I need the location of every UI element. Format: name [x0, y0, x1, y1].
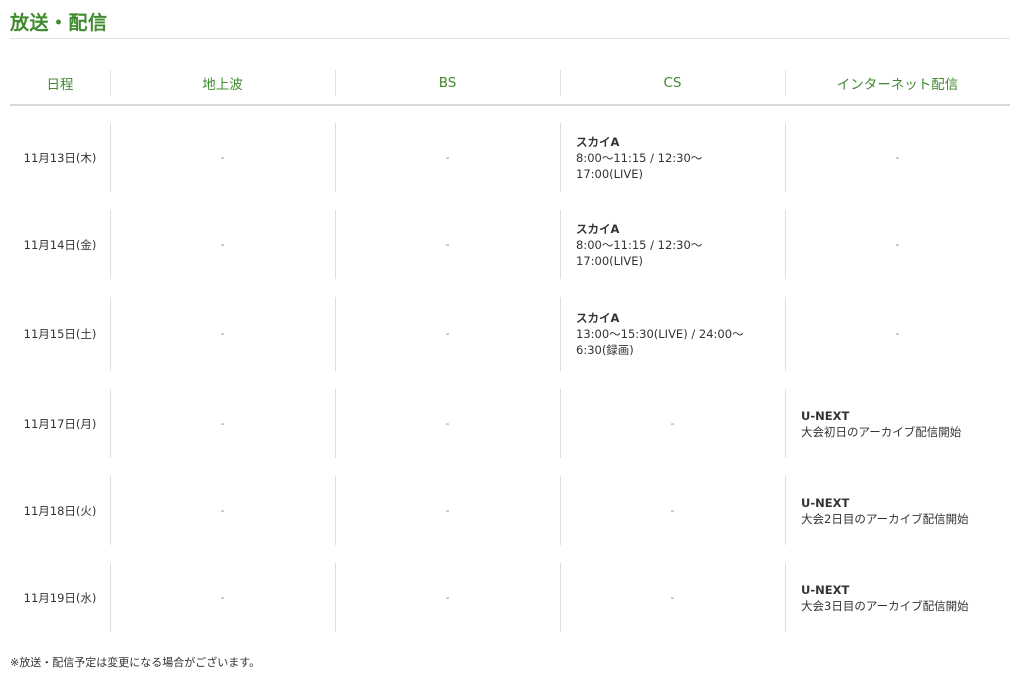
- table-cell-terrestrial: -: [110, 288, 335, 380]
- table-cell-cs: スカイA 8:00〜11:15 / 12:30〜17:00(LIVE): [560, 114, 785, 201]
- table-cell-cs: スカイA 13:00〜15:30(LIVE) / 24:00〜6:30(録画): [560, 288, 785, 380]
- header-cs: CS: [560, 62, 785, 104]
- dash-text: -: [220, 503, 225, 517]
- table-cell-internet: U-NEXT 大会3日目のアーカイブ配信開始: [785, 554, 1010, 641]
- table-cell-date: 11月13日(木): [23, 150, 97, 165]
- table-cell-date: 11月14日(金): [23, 237, 97, 252]
- table-cell-bs: -: [335, 288, 560, 380]
- dash-text: -: [895, 327, 900, 340]
- channel-name: U-NEXT: [801, 408, 850, 423]
- header-spacer: [10, 106, 110, 114]
- dash-text: -: [220, 416, 225, 430]
- dash-text: -: [670, 416, 675, 430]
- header-spacer: [110, 106, 335, 114]
- header-spacer: [560, 106, 785, 114]
- header-spacer: [785, 106, 1010, 114]
- table-cell-internet: -: [785, 288, 1010, 380]
- dash-text: -: [220, 590, 225, 604]
- title-divider: [10, 38, 1010, 39]
- table-cell-date: 11月17日(月): [23, 416, 97, 431]
- table-cell-bs: -: [335, 201, 560, 288]
- table-cell-cs: -: [560, 554, 785, 641]
- header-terrestrial: 地上波: [110, 62, 335, 104]
- header-date: 日程: [46, 77, 74, 93]
- table-cell-date: 11月15日(土): [23, 327, 97, 341]
- table-cell-bs: -: [335, 554, 560, 641]
- table-cell-date: 11月18日(火): [23, 503, 97, 518]
- dash-text: -: [445, 237, 450, 251]
- channel-detail: 13:00〜15:30(LIVE) / 24:00〜6:30(録画): [576, 327, 744, 357]
- channel-detail: 大会3日目のアーカイブ配信開始: [801, 598, 969, 613]
- table-cell-terrestrial: -: [110, 380, 335, 467]
- table-cell-bs: -: [335, 380, 560, 467]
- table-cell-bs: -: [335, 467, 560, 554]
- dash-text: -: [220, 237, 225, 251]
- table-cell-internet: U-NEXT 大会2日目のアーカイブ配信開始: [785, 467, 1010, 554]
- section-title: 放送・配信: [10, 12, 108, 34]
- channel-detail: 8:00〜11:15 / 12:30〜17:00(LIVE): [576, 237, 703, 268]
- channel-name: スカイA: [576, 311, 620, 325]
- dash-text: -: [895, 237, 900, 251]
- channel-detail: 大会初日のアーカイブ配信開始: [801, 424, 962, 439]
- channel-name: スカイA: [576, 221, 620, 236]
- table-cell-internet: -: [785, 114, 1010, 201]
- dash-text: -: [220, 327, 225, 340]
- table-cell-terrestrial: -: [110, 114, 335, 201]
- table-cell-cs: -: [560, 380, 785, 467]
- channel-detail: 8:00〜11:15 / 12:30〜17:00(LIVE): [576, 150, 703, 181]
- channel-name: スカイA: [576, 134, 620, 149]
- table-cell-date: 11月19日(水): [23, 590, 97, 605]
- table-cell-internet: -: [785, 201, 1010, 288]
- table-cell-cs: -: [560, 467, 785, 554]
- dash-text: -: [445, 327, 450, 340]
- header-internet: インターネット配信: [785, 62, 1010, 104]
- table-cell-internet: U-NEXT 大会初日のアーカイブ配信開始: [785, 380, 1010, 467]
- header-spacer: [335, 106, 560, 114]
- dash-text: -: [670, 503, 675, 517]
- channel-detail: 大会2日目のアーカイブ配信開始: [801, 511, 969, 526]
- table-cell-terrestrial: -: [110, 554, 335, 641]
- dash-text: -: [670, 590, 675, 604]
- table-cell-cs: スカイA 8:00〜11:15 / 12:30〜17:00(LIVE): [560, 201, 785, 288]
- dash-text: -: [445, 150, 450, 164]
- table-cell-terrestrial: -: [110, 201, 335, 288]
- dash-text: -: [445, 503, 450, 517]
- channel-name: U-NEXT: [801, 495, 850, 510]
- table-cell-bs: -: [335, 114, 560, 201]
- table-cell-terrestrial: -: [110, 467, 335, 554]
- dash-text: -: [445, 590, 450, 604]
- dash-text: -: [895, 150, 900, 164]
- channel-name: U-NEXT: [801, 582, 850, 597]
- header-bs: BS: [335, 62, 560, 104]
- footnote: ※放送・配信予定は変更になる場合がございます。: [10, 656, 261, 669]
- dash-text: -: [445, 416, 450, 430]
- broadcast-schedule-table: 日程 地上波 BS CS インターネット配信 11月13日(木) - - スカイA 8:…: [10, 62, 1010, 641]
- dash-text: -: [220, 150, 225, 164]
